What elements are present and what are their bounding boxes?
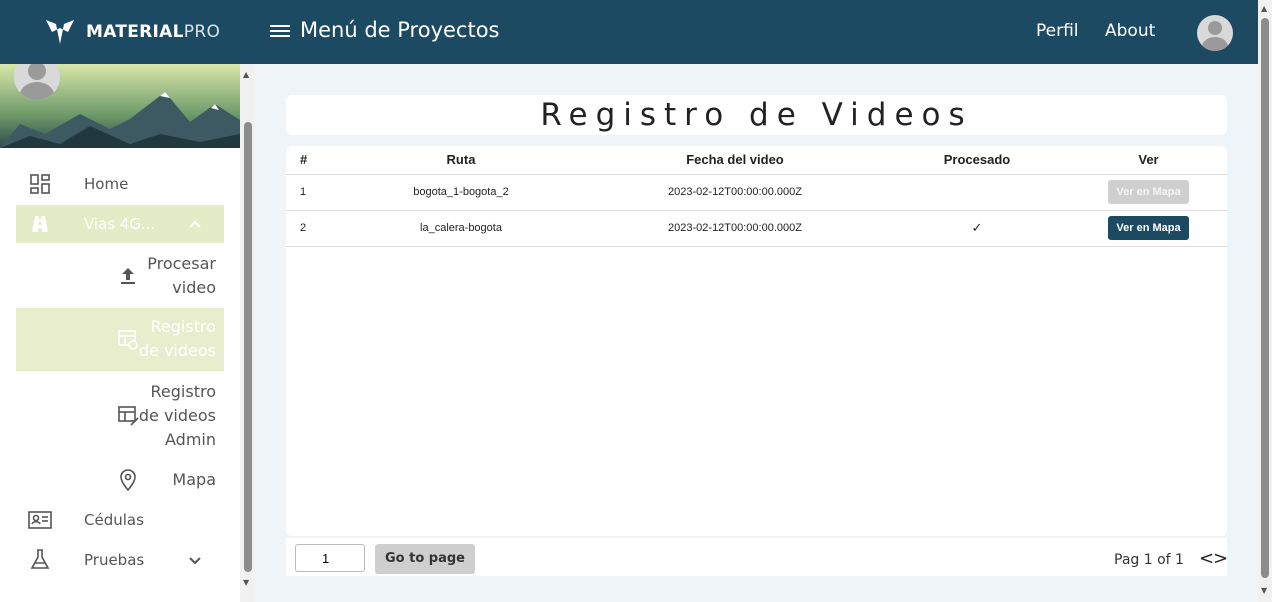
page-scroll-down-arrow-icon[interactable]: ▼ (1261, 586, 1267, 595)
pagination-bar: Go to page Pag 1 of 1 < > (286, 538, 1227, 576)
videos-table-card: # Ruta Fecha del video Procesado Ver 1 b… (286, 146, 1227, 536)
table-row: 1 bogota_1-bogota_2 2023-02-12T00:00:00.… (286, 174, 1227, 210)
location-pin-icon (116, 468, 140, 492)
sidebar-item-home[interactable]: Home (16, 164, 224, 204)
column-header-fecha: Fecha del video (586, 146, 884, 174)
page-title: Registro de Videos (286, 95, 1227, 135)
sidebar-scroll-thumb[interactable] (244, 122, 252, 572)
page-scrollbar[interactable]: ▲ ▼ (1258, 0, 1272, 602)
row-number: 2 (286, 210, 336, 246)
view-on-map-button[interactable]: Ver en Mapa (1108, 180, 1188, 204)
sidebar-item-label: Vias 4G... (84, 215, 155, 233)
videos-table: # Ruta Fecha del video Procesado Ver 1 b… (286, 146, 1227, 247)
sidebar-item-label: Cédulas (84, 511, 144, 529)
sidebar-subitem-label: Mapa (172, 468, 216, 492)
sidebar-subitem-label: Procesarvideo (147, 252, 216, 300)
sidebar-item-vias-4g[interactable]: Vias 4G... (16, 205, 224, 243)
column-header-number: # (286, 146, 336, 174)
sidebar: Home Vias 4G... Procesarvideo Registrode… (0, 64, 240, 602)
page-scroll-thumb[interactable] (1261, 18, 1269, 578)
scroll-down-arrow-icon[interactable]: ▼ (243, 578, 249, 587)
brand-logo[interactable]: MATERIALPRO (44, 18, 220, 46)
row-fecha: 2023-02-12T00:00:00.000Z (586, 210, 884, 246)
id-card-icon (28, 508, 52, 532)
row-fecha: 2023-02-12T00:00:00.000Z (586, 174, 884, 210)
column-header-procesado: Procesado (884, 146, 1070, 174)
sidebar-scrollbar[interactable]: ▲ ▼ (240, 64, 255, 602)
sidebar-subitem-registro-videos-admin[interactable]: Registrode videosAdmin (16, 380, 224, 452)
sidebar-item-cedulas[interactable]: Cédulas (16, 500, 224, 540)
upload-icon (116, 264, 140, 288)
sidebar-item-label: Pruebas (84, 551, 144, 569)
row-ruta: bogota_1-bogota_2 (336, 174, 586, 210)
previous-page-icon[interactable]: < (1199, 548, 1214, 569)
row-procesado-checkmark: ✓ (884, 210, 1070, 246)
row-procesado (884, 174, 1070, 210)
sidebar-subitem-registro-videos[interactable]: Registrode videos (16, 308, 224, 371)
chevron-up-icon[interactable] (188, 217, 202, 231)
table-edit-icon (116, 404, 140, 428)
brand-name: MATERIALPRO (86, 22, 220, 42)
column-header-ver: Ver (1070, 146, 1227, 174)
page-indicator: Pag 1 of 1 (1114, 552, 1184, 568)
table-row: 2 la_calera-bogota 2023-02-12T00:00:00.0… (286, 210, 1227, 246)
sidebar-item-pruebas[interactable]: Pruebas (16, 540, 224, 580)
chevron-down-icon[interactable] (188, 553, 202, 567)
page-title-card: Registro de Videos (286, 95, 1227, 135)
road-icon (28, 212, 52, 236)
menu-title: Menú de Proyectos (300, 18, 500, 42)
user-avatar[interactable] (1197, 15, 1233, 51)
hamburger-menu-icon[interactable] (270, 22, 290, 42)
flask-icon (28, 548, 52, 572)
dashboard-icon (28, 172, 52, 196)
row-ruta: la_calera-bogota (336, 210, 586, 246)
sidebar-subitem-mapa[interactable]: Mapa (16, 467, 224, 493)
materialpro-logo-icon (44, 18, 76, 46)
go-to-page-button[interactable]: Go to page (375, 544, 475, 574)
video-table-icon (116, 328, 140, 352)
sidebar-item-label: Home (84, 175, 128, 193)
profile-link[interactable]: Perfil (1036, 21, 1079, 41)
column-header-ruta: Ruta (336, 146, 586, 174)
sidebar-subitem-procesar-video[interactable]: Procesarvideo (16, 252, 224, 300)
page-scroll-up-arrow-icon[interactable]: ▲ (1261, 4, 1267, 13)
sidebar-subitem-label: Registrode videosAdmin (139, 380, 216, 452)
scroll-up-arrow-icon[interactable]: ▲ (243, 70, 249, 79)
sidebar-user-avatar[interactable] (14, 64, 60, 100)
sidebar-subitem-label: Registrode videos (139, 315, 216, 363)
view-on-map-button[interactable]: Ver en Mapa (1108, 216, 1188, 240)
top-bar: MATERIALPRO Menú de Proyectos Perfil Abo… (0, 0, 1258, 64)
about-link[interactable]: About (1105, 21, 1155, 41)
table-header-row: # Ruta Fecha del video Procesado Ver (286, 146, 1227, 174)
row-number: 1 (286, 174, 336, 210)
next-page-icon[interactable]: > (1213, 548, 1228, 569)
page-number-input[interactable] (295, 544, 365, 572)
